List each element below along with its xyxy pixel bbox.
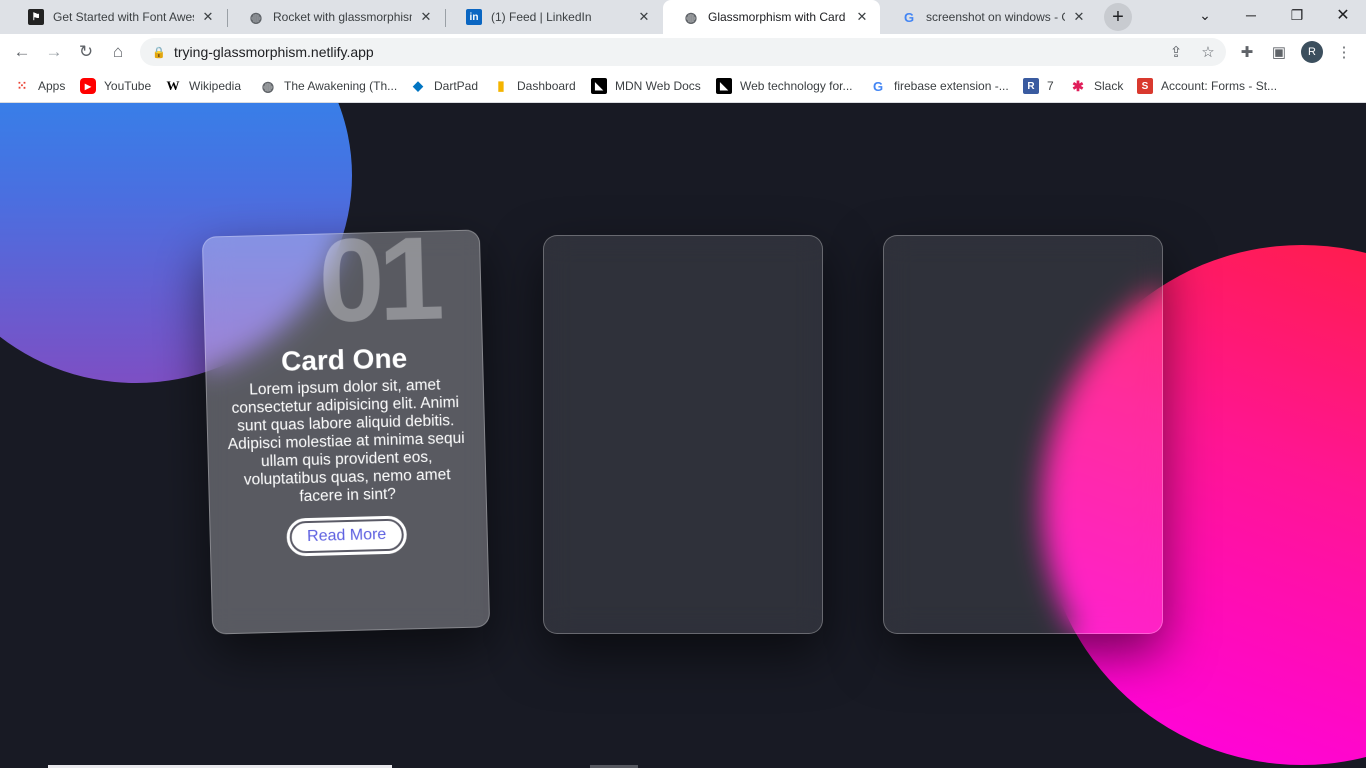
tab-search-chevron-icon[interactable]: ⌄ — [1182, 0, 1228, 30]
extensions-puzzle-icon[interactable]: ✚ — [1234, 38, 1260, 66]
bookmark-account-forms[interactable]: S Account: Forms - St... — [1137, 76, 1277, 96]
apps-grid-icon: ⁙ — [16, 78, 28, 93]
globe-icon: ◍ — [261, 77, 275, 94]
back-arrow-icon[interactable]: ← — [8, 38, 36, 66]
browser-chrome: ⚑ Get Started with Font Awesome ✕ ◍ Rock… — [0, 0, 1366, 103]
close-window-icon[interactable]: ✕ — [1320, 0, 1366, 30]
card-one: 01 Card One Lorem ipsum dolor sit, amet … — [201, 213, 491, 635]
card-three — [883, 235, 1163, 634]
mdn-icon: ◣ — [591, 78, 607, 94]
bookmarks-bar: ⁙ Apps ▶ YouTube W Wikipedia ◍ The Awake… — [0, 70, 1366, 103]
bookmark-web-technology[interactable]: ◣ Web technology for... — [716, 76, 853, 96]
share-icon[interactable]: ⇪ — [1163, 38, 1189, 66]
bookmark-awakening[interactable]: ◍ The Awakening (Th... — [260, 76, 397, 96]
bookmark-dashboard[interactable]: ▮ Dashboard — [493, 76, 575, 96]
side-panel-icon[interactable]: ▣ — [1266, 38, 1292, 66]
more-menu-icon[interactable]: ⋮ — [1331, 38, 1357, 66]
home-icon[interactable]: ⌂ — [104, 38, 132, 66]
browser-toolbar: ← → ↻ ⌂ 🔒 trying-glassmorphism.netlify.a… — [0, 34, 1366, 70]
r-icon: R — [1023, 78, 1039, 94]
bookmark-mdn[interactable]: ◣ MDN Web Docs — [591, 76, 701, 96]
bookmark-slack[interactable]: ✱ Slack — [1070, 76, 1123, 96]
slack-icon: ✱ — [1072, 77, 1084, 94]
bookmark-firebase-extension[interactable]: G firebase extension -... — [870, 76, 1009, 96]
close-tab-icon[interactable]: ✕ — [200, 9, 216, 25]
youtube-icon: ▶ — [80, 78, 96, 94]
tab-font-awesome[interactable]: ⚑ Get Started with Font Awesome ✕ — [8, 0, 226, 34]
globe-icon: ◍ — [249, 8, 263, 25]
bookmark-star-icon[interactable]: ☆ — [1195, 38, 1221, 66]
close-tab-icon[interactable]: ✕ — [636, 9, 652, 25]
card-number: 01 — [317, 212, 440, 348]
lock-icon: 🔒 — [152, 46, 166, 59]
dartpad-icon: ◆ — [413, 78, 423, 93]
card-title: Card One — [280, 342, 408, 377]
reload-icon[interactable]: ↻ — [72, 38, 100, 66]
page-content: 01 Card One Lorem ipsum dolor sit, amet … — [0, 103, 1366, 768]
new-tab-button[interactable]: + — [1104, 3, 1132, 31]
linkedin-icon: in — [466, 9, 482, 25]
bookmark-r7[interactable]: R 7 — [1023, 76, 1054, 96]
font-awesome-flag-icon: ⚑ — [28, 9, 44, 25]
bookmark-dartpad[interactable]: ◆ DartPad — [410, 76, 478, 96]
card-text: Lorem ipsum dolor sit, amet consectetur … — [227, 376, 465, 506]
forward-arrow-icon[interactable]: → — [40, 38, 68, 66]
close-tab-icon[interactable]: ✕ — [1071, 9, 1087, 25]
minimize-icon[interactable]: ─ — [1228, 0, 1274, 30]
avatar[interactable]: R — [1301, 41, 1323, 63]
s-icon: S — [1137, 78, 1153, 94]
read-more-button[interactable]: Read More — [286, 515, 408, 557]
bookmark-youtube[interactable]: ▶ YouTube — [80, 76, 151, 96]
google-icon: G — [903, 9, 915, 25]
address-bar[interactable]: 🔒 trying-glassmorphism.netlify.app — [140, 38, 1226, 66]
google-icon: G — [872, 78, 884, 94]
bookmark-wikipedia[interactable]: W Wikipedia — [165, 76, 242, 96]
mdn-icon: ◣ — [716, 78, 732, 94]
card-two — [543, 235, 823, 634]
close-tab-icon[interactable]: ✕ — [854, 9, 870, 25]
url-text[interactable]: trying-glassmorphism.netlify.app — [174, 44, 374, 60]
close-tab-icon[interactable]: ✕ — [418, 9, 434, 25]
bookmark-apps[interactable]: ⁙ Apps — [14, 76, 66, 96]
wikipedia-icon: W — [166, 78, 180, 93]
tab-glassmorphism-active[interactable]: ◍ Glassmorphism with Card ✕ — [663, 0, 880, 34]
tab-linkedin[interactable]: in (1) Feed | LinkedIn ✕ — [446, 0, 662, 34]
dashboard-bars-icon: ▮ — [497, 78, 505, 93]
tab-strip: ⚑ Get Started with Font Awesome ✕ ◍ Rock… — [0, 0, 1366, 34]
tab-google-search[interactable]: G screenshot on windows - Google Search … — [881, 0, 1097, 34]
restore-icon[interactable]: ❐ — [1274, 0, 1320, 30]
globe-icon: ◍ — [684, 8, 698, 25]
tab-rocket[interactable]: ◍ Rocket with glassmorphism ✕ — [228, 0, 444, 34]
